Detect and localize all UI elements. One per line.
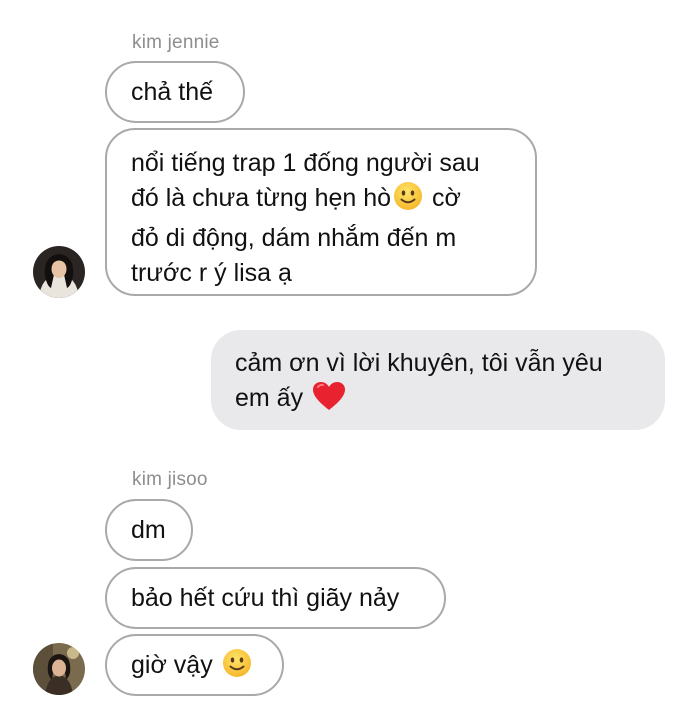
message-text: chả thế bbox=[131, 78, 214, 106]
message-text: bảo hết cứu thì giãy nảy bbox=[131, 584, 400, 612]
message-text-line: trước r ý lisa ạ bbox=[131, 259, 292, 287]
message-text-line: cảm ơn vì lời khuyên, tôi vẫn yêu bbox=[235, 349, 603, 377]
sender-name-kim-jennie: kim jennie bbox=[132, 32, 220, 53]
message-text-line: đỏ di động, dám nhắm đến m bbox=[131, 224, 457, 252]
message-bubble-incoming[interactable]: bảo hết cứu thì giãy nảy bbox=[105, 567, 446, 629]
message-bubble-incoming[interactable]: dm bbox=[105, 499, 193, 561]
message-bubble-incoming[interactable]: giờ vậy bbox=[105, 634, 284, 696]
slightly-smiling-face-icon bbox=[393, 181, 423, 221]
message-bubble-outgoing[interactable]: cảm ơn vì lời khuyên, tôi vẫn yêu em ấy bbox=[211, 330, 665, 430]
message-bubble-incoming[interactable]: nổi tiếng trap 1 đống người sau đó là ch… bbox=[105, 128, 537, 296]
message-bubble-incoming[interactable]: chả thế bbox=[105, 61, 245, 123]
avatar-kim-jennie[interactable] bbox=[33, 246, 85, 298]
message-text-line: em ấy bbox=[235, 381, 641, 421]
message-text-line: nổi tiếng trap 1 đống người sau bbox=[131, 149, 480, 177]
slightly-smiling-face-icon bbox=[222, 648, 252, 688]
message-text-line: đó là chưa từng hẹn hò cờ bbox=[131, 181, 511, 221]
avatar-kim-jisoo[interactable] bbox=[33, 643, 85, 695]
message-text: giờ vậy bbox=[131, 651, 220, 679]
red-heart-icon bbox=[312, 381, 346, 421]
sender-name-kim-jisoo: kim jisoo bbox=[132, 469, 208, 490]
message-text: dm bbox=[131, 516, 166, 544]
